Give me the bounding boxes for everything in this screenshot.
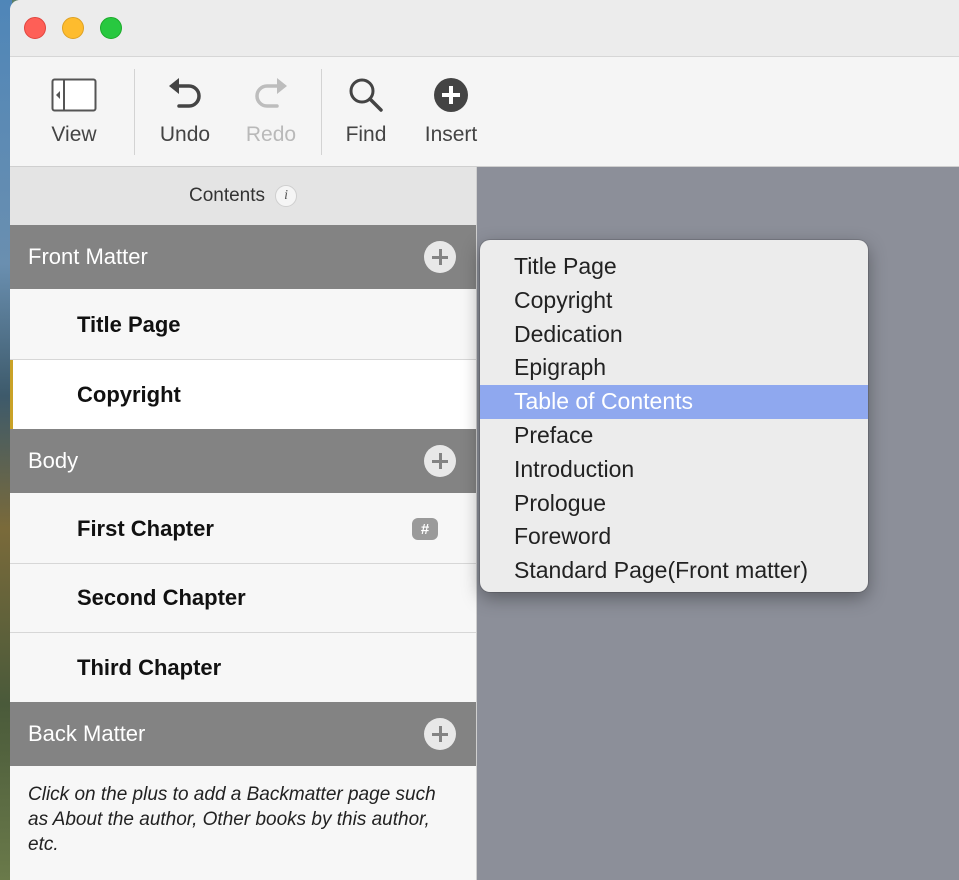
plus-circle-icon [432,73,470,117]
menu-item-epigraph[interactable]: Epigraph [480,351,868,385]
section-front-matter: Front Matter [10,225,476,291]
view-button[interactable]: View [46,73,102,153]
back-matter-hint: Click on the plus to add a Backmatter pa… [28,784,436,855]
list-item-label: Title Page [77,312,181,337]
menu-item-prologue[interactable]: Prologue [480,487,868,521]
menu-item-introduction[interactable]: Introduction [480,453,868,487]
close-window-button[interactable] [24,17,46,39]
toolbar-separator [134,69,135,155]
chapter-number-icon[interactable]: # [412,518,438,540]
contents-title: Contents [188,185,266,206]
add-front-matter-plus-icon[interactable] [424,241,456,273]
redo-button[interactable]: Redo [242,73,300,153]
menu-item-standard-page[interactable]: Standard Page(Front matter) [480,554,868,588]
undo-icon [165,73,205,117]
section-back-matter: Back Matter [10,702,476,768]
redo-label: Redo [245,123,297,146]
list-item-label: Copyright [77,381,181,407]
redo-icon [251,73,291,117]
insert-label: Insert [424,123,478,146]
minimize-window-button[interactable] [62,17,84,39]
contents-header: Contents i [10,167,476,225]
section-body: Body [10,429,476,495]
menu-item-copyright[interactable]: Copyright [480,284,868,318]
menu-item-table-of-contents[interactable]: Table of Contents [480,385,868,419]
section-title: Back Matter [28,721,146,746]
find-label: Find [345,123,387,146]
toolbar: View Undo Redo Find Insert [10,57,959,167]
add-body-plus-icon[interactable] [424,445,456,477]
find-button[interactable]: Find [340,73,392,153]
magnifier-icon [347,73,385,117]
list-item-label: Second Chapter [77,585,246,610]
menu-item-dedication[interactable]: Dedication [480,318,868,352]
insert-page-menu: Title Page Copyright Dedication Epigraph… [480,240,868,592]
list-item-label: Third Chapter [77,654,222,680]
list-item-label: First Chapter [77,516,214,541]
menu-item-preface[interactable]: Preface [480,419,868,453]
menu-item-foreword[interactable]: Foreword [480,520,868,554]
toolbar-separator [321,69,322,155]
list-item-second-chapter[interactable]: Second Chapter [10,564,476,633]
list-item-copyright[interactable]: Copyright [10,360,476,429]
section-title: Front Matter [28,244,148,269]
list-item-third-chapter[interactable]: Third Chapter [10,633,476,702]
contents-sidebar: Contents i Front Matter Title Page Copyr… [10,167,477,880]
list-item-title-page[interactable]: Title Page [10,291,476,360]
sidebar-toggle-icon [51,73,97,117]
undo-button[interactable]: Undo [154,73,216,153]
title-bar [10,0,959,57]
view-label: View [51,123,97,146]
section-title: Body [28,448,79,473]
zoom-window-button[interactable] [100,17,122,39]
insert-button[interactable]: Insert [418,73,484,153]
menu-item-title-page[interactable]: Title Page [480,250,868,284]
info-icon[interactable]: i [275,185,298,207]
add-back-matter-plus-icon[interactable] [424,718,456,750]
undo-label: Undo [159,123,211,146]
list-item-first-chapter[interactable]: First Chapter # [10,495,476,564]
